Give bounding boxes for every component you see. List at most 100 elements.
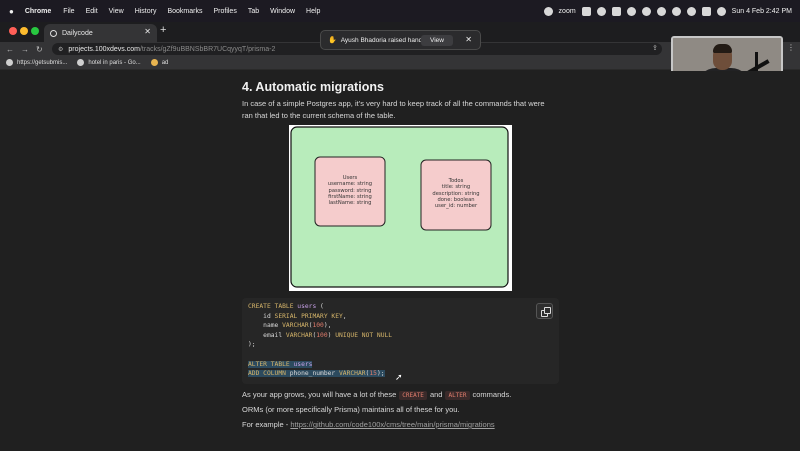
code-token: ALTER TABLE (248, 360, 294, 368)
code-line: ); (248, 340, 559, 350)
tab-dailycode[interactable]: Dailycode ✕ (44, 24, 157, 42)
reload-icon[interactable]: ↻ (36, 45, 43, 54)
code-token: users (297, 303, 317, 310)
view-button[interactable]: View (421, 35, 453, 46)
share-icon[interactable]: ⇪ (652, 44, 658, 52)
clock[interactable]: Sun 4 Feb 2:42 PM (732, 8, 792, 15)
status-icon-6[interactable] (641, 6, 651, 16)
selection-highlight: ADD COLUMN phone_number VARCHAR(15); (248, 370, 385, 378)
menu-window[interactable]: Window (270, 8, 295, 15)
paragraph-text: commands. (472, 390, 512, 399)
code-token: SERIAL PRIMARY KEY (274, 312, 343, 320)
zoom-label[interactable]: zoom (559, 8, 576, 15)
webcam-person-hair (713, 44, 732, 53)
code-token: ADD COLUMN (248, 370, 290, 378)
code-token: , (342, 312, 347, 320)
apple-icon[interactable]: ● (9, 7, 14, 16)
tab-favicon-icon (50, 29, 57, 37)
battery-icon[interactable] (701, 6, 711, 16)
menu-view[interactable]: View (109, 8, 124, 15)
tab-title: Dailycode (62, 29, 93, 37)
paragraph-text: and (429, 390, 443, 399)
code-token: users (293, 360, 313, 368)
bookmark-2-label: hotel in paris - Go... (88, 59, 141, 66)
menu-tab[interactable]: Tab (248, 8, 259, 15)
site-info-icon[interactable]: ⚙ (58, 46, 63, 53)
code-token: name (248, 322, 283, 330)
status-icon-2[interactable] (581, 6, 591, 16)
bookmark-3-label: ad (161, 59, 169, 66)
menu-app-name[interactable]: Chrome (25, 8, 51, 15)
nav-buttons: ← → ↻ (6, 42, 43, 56)
inline-code-create: CREATE (399, 391, 427, 400)
tab-close-icon[interactable]: ✕ (144, 27, 151, 36)
schema-diagram: Users username: string password: string … (289, 125, 512, 291)
code-token: CREATE TABLE (248, 303, 298, 310)
status-icon-3[interactable] (596, 6, 606, 16)
status-icon-4[interactable] (611, 6, 621, 16)
minimize-window-button[interactable] (20, 27, 28, 35)
kebab-menu-icon[interactable]: ⋮ (787, 43, 795, 52)
code-token: VARCHAR (339, 370, 366, 378)
code-line-selected: ALTER TABLE users (248, 360, 559, 370)
code-line-selected: ADD COLUMN phone_number VARCHAR(15); (248, 369, 559, 379)
inline-code-alter: ALTER (445, 391, 470, 400)
raised-hand-notification: ✋ Ayush Bhadoria raised hand View ✕ (320, 30, 481, 50)
notification-close-icon[interactable]: ✕ (465, 35, 472, 44)
bookmark-2[interactable]: hotel in paris - Go... (77, 59, 141, 66)
maximize-window-button[interactable] (31, 27, 39, 35)
back-icon[interactable]: ← (6, 45, 14, 54)
code-token: 100 (316, 331, 328, 339)
code-token: VARCHAR (282, 322, 309, 330)
selection-highlight: ALTER TABLE users (248, 360, 313, 368)
code-token: 15 (369, 370, 377, 378)
status-icon-1[interactable] (543, 6, 553, 16)
menu-profiles[interactable]: Profiles (213, 8, 236, 15)
code-line: id SERIAL PRIMARY KEY, (248, 312, 559, 322)
migrations-link[interactable]: https://github.com/code100x/cms/tree/mai… (290, 420, 494, 429)
users-field-lastname: lastName: string (328, 200, 372, 207)
code-token: phone_number (289, 370, 339, 378)
todos-field-user-id: user_id: number (434, 203, 478, 210)
bookmark-1[interactable]: https://getsubmis... (6, 59, 67, 66)
users-entity-text: Users username: string password: string … (315, 175, 385, 206)
status-icon-5[interactable] (626, 6, 636, 16)
intro-paragraph: In case of a simple Postgres app, it’s v… (242, 99, 545, 120)
mouse-cursor-icon: ➚ (395, 372, 403, 382)
new-tab-button[interactable]: + (160, 24, 166, 36)
wifi-icon[interactable] (686, 6, 696, 16)
menu-bar: ● Chrome File Edit View History Bookmark… (0, 0, 800, 22)
url-path: /tracks/gZf9uBBNSbBR7UCqyyqT/prisma-2 (139, 45, 276, 53)
paragraph-text: For example - (242, 420, 291, 429)
code-token: 100 (312, 322, 324, 330)
close-window-button[interactable] (9, 27, 17, 35)
paragraph-orms: ORMs (or more specifically Prisma) maint… (242, 405, 460, 414)
google-icon (77, 59, 85, 66)
code-token: ), (323, 322, 332, 330)
section-heading: 4. Automatic migrations (242, 80, 384, 94)
control-center-icon[interactable] (716, 6, 726, 16)
status-icon-7[interactable] (656, 6, 666, 16)
globe-icon (6, 59, 13, 66)
menu-edit[interactable]: Edit (86, 8, 98, 15)
copy-code-icon[interactable] (536, 303, 553, 319)
bookmark-1-label: https://getsubmis... (17, 59, 68, 66)
bookmark-3-icon (150, 59, 158, 66)
menu-file[interactable]: File (63, 8, 74, 15)
paragraph-text: As your app grows, you will have a lot o… (242, 390, 397, 399)
todos-entity-text: Todos title: string description: string … (421, 178, 491, 209)
paragraph-example: For example - https://github.com/code100… (242, 420, 495, 429)
bookmark-3[interactable]: ad (150, 59, 169, 66)
code-token: email (248, 331, 286, 339)
forward-icon[interactable]: → (21, 45, 29, 54)
code-token: id (248, 312, 275, 320)
code-token: UNIQUE NOT NULL (335, 331, 393, 339)
moon-icon[interactable] (671, 6, 681, 16)
menu-bookmarks[interactable]: Bookmarks (167, 8, 202, 15)
menu-history[interactable]: History (135, 8, 157, 15)
menu-help[interactable]: Help (306, 8, 320, 15)
hand-icon: ✋ (328, 37, 337, 44)
notification-text: Ayush Bhadoria raised hand (340, 36, 423, 44)
code-line: CREATE TABLE users ( (248, 302, 559, 312)
